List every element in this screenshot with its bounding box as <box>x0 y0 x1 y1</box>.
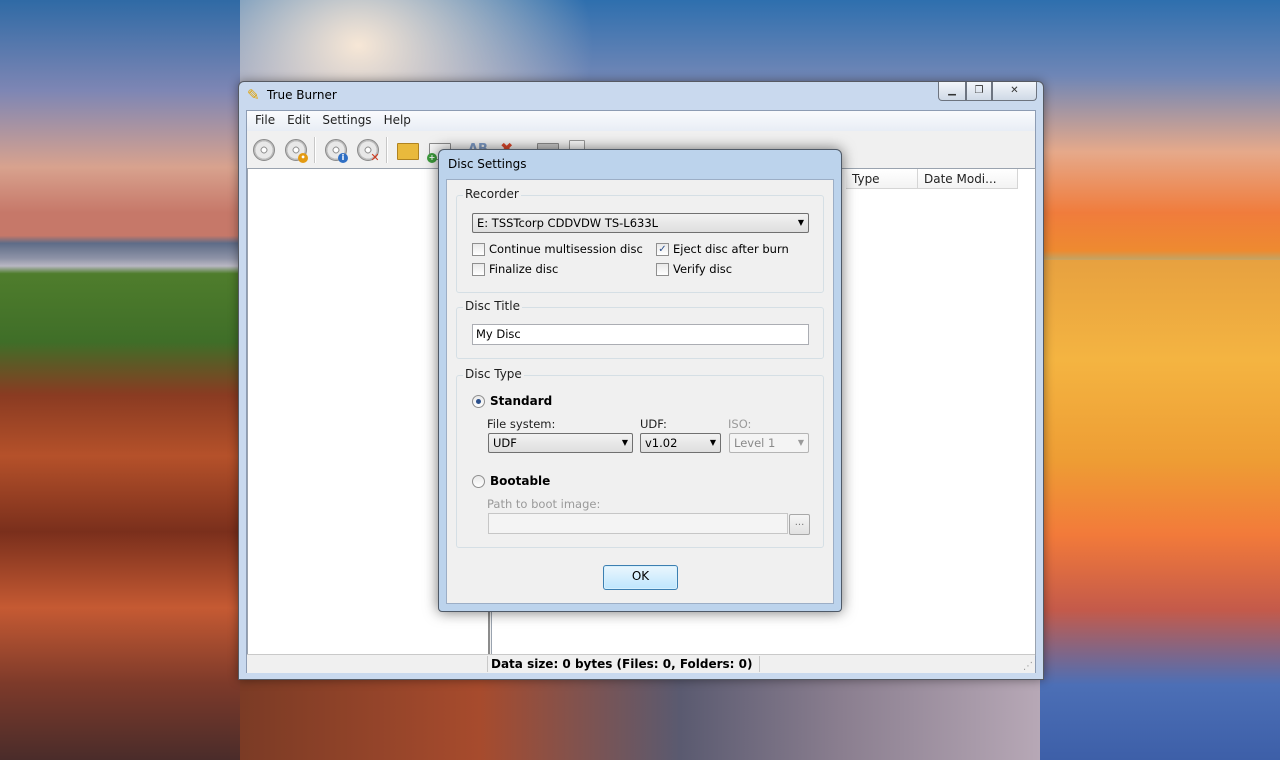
checkbox-box <box>472 242 485 256</box>
resize-grip-icon[interactable]: ⋰ <box>1023 661 1033 672</box>
standard-radio[interactable]: Standard <box>472 394 552 408</box>
column-header-type[interactable]: Type <box>846 169 918 189</box>
boot-image-path-input <box>488 513 788 534</box>
disc-icon <box>253 139 275 161</box>
finalize-disc-label: Finalize disc <box>489 262 559 276</box>
column-header-date-modified[interactable]: Date Modi... <box>918 169 1018 189</box>
status-bar: Data size: 0 bytes (Files: 0, Folders: 0… <box>247 654 1035 673</box>
radio-unselected-icon <box>472 474 485 488</box>
burn-disc-button[interactable]: • <box>283 137 309 163</box>
window-title: True Burner <box>267 88 337 102</box>
iso-level-select: Level 1 ▼ <box>729 433 809 453</box>
burner-pen-icon: ✎ <box>247 86 260 104</box>
disc-title-input[interactable]: My Disc <box>472 324 809 345</box>
chevron-down-icon: ▼ <box>797 438 804 447</box>
recorder-group-label: Recorder <box>463 187 521 201</box>
udf-version-select[interactable]: v1.02 ▼ <box>640 433 721 453</box>
maximize-button[interactable]: ❐ <box>966 82 992 101</box>
close-button[interactable]: ✕ <box>992 82 1037 101</box>
checkmark-icon: ✓ <box>656 242 669 256</box>
status-segment-left <box>247 656 488 672</box>
minimize-icon: ▁ <box>948 85 956 96</box>
boot-image-path-label: Path to boot image: <box>487 497 601 511</box>
desktop-wallpaper-bottom <box>240 678 1040 760</box>
bootable-radio[interactable]: Bootable <box>472 474 550 488</box>
eject-after-burn-label: Eject disc after burn <box>673 242 789 256</box>
disc-title-group-label: Disc Title <box>463 299 522 313</box>
chevron-down-icon: ▼ <box>797 218 804 227</box>
udf-version-value: v1.02 <box>645 436 678 450</box>
disc-type-group-label: Disc Type <box>463 367 524 381</box>
browse-boot-image-button: ... <box>789 514 810 535</box>
window-titlebar[interactable]: ✎ True Burner ▁ ❐ ✕ <box>239 82 1043 109</box>
disc-settings-dialog: Disc Settings Recorder E: TSSTcorp CDDVD… <box>438 149 842 612</box>
dialog-client-area: Recorder E: TSSTcorp CDDVDW TS-L633L ▼ C… <box>446 179 834 604</box>
file-system-label: File system: <box>487 417 556 431</box>
data-size-status: Data size: 0 bytes (Files: 0, Folders: 0… <box>491 657 753 671</box>
menu-settings[interactable]: Settings <box>316 111 377 131</box>
minimize-button[interactable]: ▁ <box>938 82 966 101</box>
iso-label: ISO: <box>728 417 752 431</box>
maximize-icon: ❐ <box>974 85 984 96</box>
status-segment-data-size: Data size: 0 bytes (Files: 0, Folders: 0… <box>491 656 760 672</box>
radio-selected-icon <box>472 394 485 408</box>
disc-title-group: Disc Title My Disc <box>456 299 824 359</box>
new-disc-button[interactable] <box>251 137 277 163</box>
file-system-value: UDF <box>493 436 517 450</box>
continue-multisession-label: Continue multisession disc <box>489 242 643 256</box>
finalize-disc-checkbox[interactable]: Finalize disc <box>472 262 558 276</box>
close-icon: ✕ <box>1010 85 1019 96</box>
new-folder-button[interactable] <box>395 137 421 163</box>
disc-info-button[interactable]: i <box>323 137 349 163</box>
plus-icon: + <box>427 153 437 163</box>
menu-help[interactable]: Help <box>378 111 417 131</box>
bootable-label: Bootable <box>490 474 551 488</box>
disc-type-group: Disc Type Standard File system: UDF: ISO… <box>456 367 824 548</box>
erase-disc-button[interactable]: ✕ <box>355 137 381 163</box>
new-folder-icon <box>397 143 419 160</box>
window-controls: ▁ ❐ ✕ <box>938 82 1037 101</box>
menu-edit[interactable]: Edit <box>281 111 316 131</box>
verify-disc-checkbox[interactable]: Verify disc <box>656 262 732 276</box>
eject-after-burn-checkbox[interactable]: ✓ Eject disc after burn <box>656 242 789 256</box>
delete-x-icon: ✕ <box>370 151 380 164</box>
desktop-wallpaper-right <box>1040 260 1280 760</box>
toolbar-separator <box>314 137 316 163</box>
file-system-select[interactable]: UDF ▼ <box>488 433 633 453</box>
udf-label: UDF: <box>640 417 667 431</box>
recorder-group: Recorder E: TSSTcorp CDDVDW TS-L633L ▼ C… <box>456 187 824 293</box>
flame-icon: • <box>298 153 308 163</box>
chevron-down-icon: ▼ <box>709 438 716 447</box>
verify-disc-label: Verify disc <box>673 262 733 276</box>
continue-multisession-checkbox[interactable]: Continue multisession disc <box>472 242 643 256</box>
dialog-title: Disc Settings <box>448 157 527 171</box>
info-icon: i <box>338 153 348 163</box>
chevron-down-icon: ▼ <box>621 438 628 447</box>
standard-label: Standard <box>490 394 553 408</box>
menu-bar: File Edit Settings Help <box>247 111 1035 131</box>
toolbar-separator <box>386 137 388 163</box>
recorder-device-value: E: TSSTcorp CDDVDW TS-L633L <box>477 216 659 230</box>
iso-level-value: Level 1 <box>734 436 776 450</box>
ok-button[interactable]: OK <box>603 565 678 590</box>
menu-file[interactable]: File <box>249 111 281 131</box>
recorder-device-select[interactable]: E: TSSTcorp CDDVDW TS-L633L ▼ <box>472 213 809 233</box>
desktop-wallpaper-left <box>0 0 240 760</box>
checkbox-box <box>472 262 485 276</box>
checkbox-box <box>656 262 669 276</box>
